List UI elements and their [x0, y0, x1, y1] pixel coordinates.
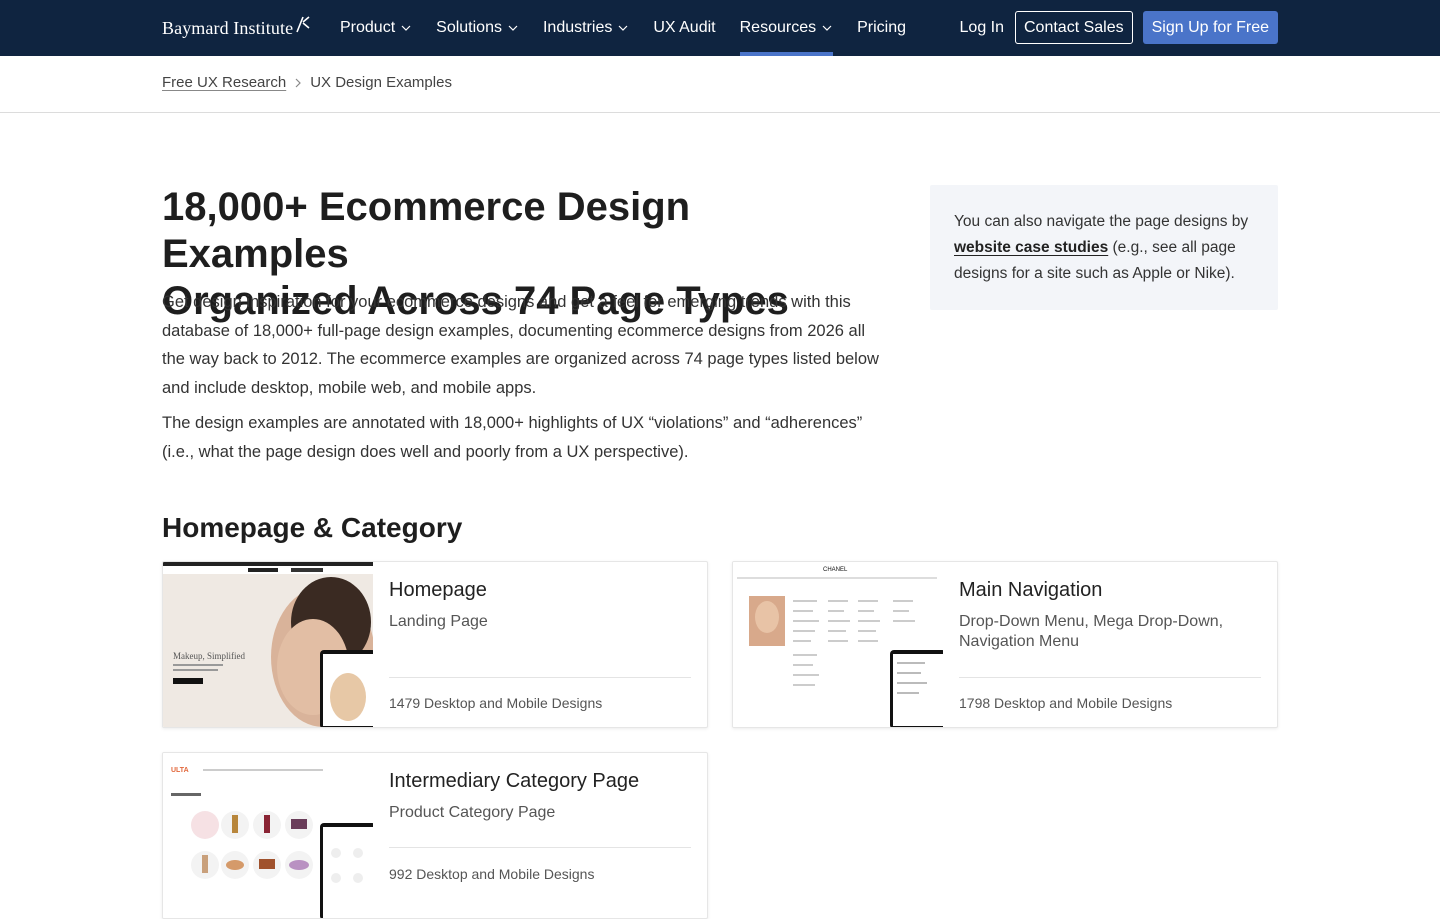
breadcrumb: Free UX Research UX Design Examples	[162, 74, 452, 91]
breadcrumb-current: UX Design Examples	[310, 74, 452, 91]
nav-pricing[interactable]: Pricing	[857, 0, 906, 56]
chevron-down-icon	[508, 25, 518, 31]
nav-label: Product	[340, 19, 396, 36]
breadcrumb-bar: Free UX Research UX Design Examples	[0, 56, 1440, 113]
breadcrumb-link-free-ux-research[interactable]: Free UX Research	[162, 74, 286, 91]
main-nav: Product Solutions Industries UX Audit Re…	[340, 0, 930, 56]
thumb-caption: CHANEL	[823, 567, 848, 573]
homepage-thumbnail-image: Makeup, Simplified	[163, 562, 373, 727]
main-navigation-thumbnail: CHANEL	[733, 562, 943, 727]
signup-button[interactable]: Sign Up for Free	[1142, 11, 1278, 44]
chevron-down-icon	[618, 25, 628, 31]
card-subtitle: Drop-Down Menu, Mega Drop-Down, Navigati…	[959, 613, 1224, 650]
chevron-down-icon	[401, 25, 411, 31]
nav-label: Resources	[739, 19, 817, 36]
card-subtitle: Landing Page	[389, 613, 488, 630]
card-intermediary-category-page[interactable]: ULTA Intermediary Category Page Product …	[162, 752, 708, 919]
baymard-logo[interactable]: Baymard Institute	[162, 15, 311, 41]
card-divider	[389, 847, 691, 848]
nav-product[interactable]: Product	[340, 0, 412, 56]
card-divider	[959, 677, 1261, 678]
contact-sales-button[interactable]: Contact Sales	[1015, 11, 1133, 44]
card-homepage[interactable]: Makeup, Simplified Homepage Landing Page…	[162, 561, 708, 728]
card-count: 992 Desktop and Mobile Designs	[389, 866, 595, 882]
nav-industries[interactable]: Industries	[543, 0, 629, 56]
logo-mark-icon	[296, 16, 310, 33]
intro-paragraph: Get design inspiration for your ecommerc…	[162, 293, 879, 397]
nav-label: UX Audit	[653, 19, 716, 36]
logo-text: Baymard Institute	[162, 17, 294, 38]
card-title: Homepage	[389, 579, 487, 601]
thumb-caption: ULTA	[171, 767, 189, 774]
nav-label: Industries	[542, 19, 613, 36]
thumb-caption: Makeup, Simplified	[173, 651, 245, 661]
nav-label: Pricing	[857, 19, 906, 36]
card-title: Main Navigation	[959, 579, 1103, 601]
nav-label: Solutions	[436, 19, 502, 36]
case-studies-note: You can also navigate the page designs b…	[930, 185, 1278, 310]
card-subtitle: Product Category Page	[389, 804, 556, 821]
card-count: 1479 Desktop and Mobile Designs	[389, 695, 603, 711]
intermediary-category-thumbnail-image: ULTA	[163, 753, 373, 918]
homepage-thumbnail: Makeup, Simplified	[163, 562, 373, 727]
card-count: 1798 Desktop and Mobile Designs	[959, 695, 1173, 711]
intermediary-category-thumbnail: ULTA	[163, 753, 373, 918]
annotation-paragraph: The design examples are annotated with 1…	[162, 414, 863, 461]
website-case-studies-link[interactable]: website case studies	[954, 239, 1108, 256]
card-main-navigation[interactable]: CHANEL Main Navigation Drop-Down Menu, M…	[732, 561, 1278, 728]
card-divider	[389, 677, 691, 678]
login-link[interactable]: Log In	[960, 19, 1004, 37]
card-title: Intermediary Category Page	[389, 770, 640, 792]
chevron-right-icon	[295, 78, 302, 87]
section-title: Homepage & Category	[162, 512, 463, 543]
nav-actions: Log In Contact Sales Sign Up for Free	[960, 11, 1278, 44]
nav-ux-audit[interactable]: UX Audit	[653, 0, 715, 56]
main-navigation-thumbnail-image: CHANEL	[733, 562, 943, 727]
top-navigation-bar: Baymard Institute Product Solutions Indu…	[0, 0, 1440, 56]
note-text-before: You can also navigate the page designs b…	[954, 213, 1249, 230]
page-title-line-1: 18,000+ Ecommerce Design Examples	[162, 185, 691, 276]
chevron-down-icon	[822, 25, 832, 31]
nav-solutions[interactable]: Solutions	[436, 0, 519, 56]
nav-resources[interactable]: Resources	[739, 0, 834, 56]
